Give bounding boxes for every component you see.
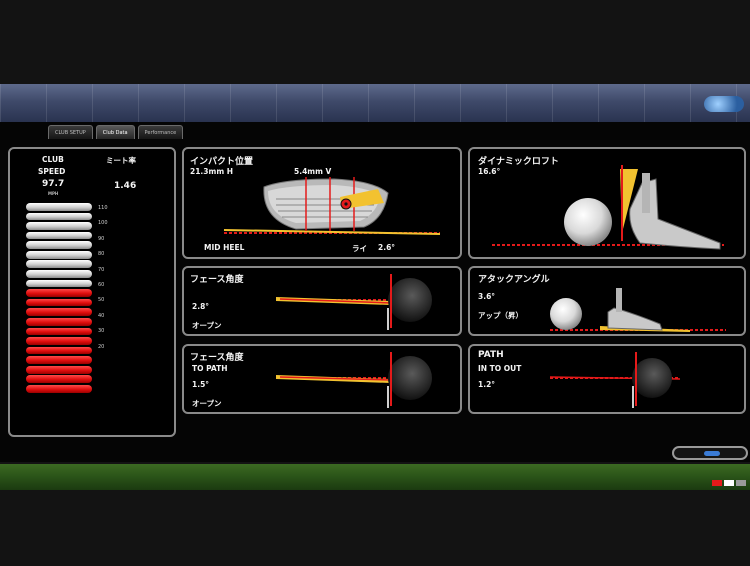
meet-label: ミート率 (106, 156, 136, 165)
tab-bar: CLUB SETUP Club Data Performance (48, 125, 184, 139)
gauge-segment-red (26, 356, 92, 364)
gauge-segment-white (26, 241, 92, 249)
speed-label: SPEED (38, 167, 66, 176)
main-area: CLUB SETUP Club Data Performance CLUB SP… (0, 122, 750, 462)
face-to-path-panel: フェース角度 TO PATH 1.5° オープン (182, 344, 462, 414)
attack-angle-panel: アタックアングル 3.6° アップ（昇） (468, 266, 746, 336)
attack-angle-diagram-icon (550, 288, 726, 332)
next-button[interactable] (672, 446, 748, 460)
gauge-segment-red (26, 337, 92, 345)
gauge-tick-label: 30 (98, 328, 105, 335)
gauge-segment-red (26, 308, 92, 317)
gauge-tick-label: 80 (98, 251, 105, 258)
club-label: CLUB (42, 155, 64, 164)
gauge-tick-label: 50 (98, 297, 105, 304)
gauge-segment-red (26, 317, 92, 326)
gauge-segment-red (26, 298, 92, 307)
path-diagram-icon (549, 352, 681, 408)
driver-head-icon (223, 177, 441, 235)
status-indicators (712, 480, 746, 486)
gauge-segment-red (26, 346, 92, 355)
gauge-segment-white (26, 222, 92, 230)
face-to-path-diagram-icon (276, 352, 432, 408)
gauge-segment-red (26, 289, 92, 297)
gauge-segment-red (26, 327, 92, 336)
gauge-segment-white (26, 260, 92, 269)
gauge-tick-label: 70 (98, 266, 105, 273)
status-indicator-red (712, 480, 722, 486)
speed-gauge-ticks: 110 100 90 80 70 60 50 40 30 20 (98, 201, 108, 355)
gauge-tick-label: 40 (98, 312, 105, 319)
gauge-tick-label: 20 (98, 343, 105, 350)
title-bar-grid (0, 84, 750, 122)
gauge-tick-label: 90 (98, 235, 105, 242)
gauge-tick-label: 100 (98, 220, 108, 227)
speed-unit: MPH (48, 191, 59, 196)
path-panel: PATH IN TO OUT 1.2° (468, 344, 746, 414)
app-logo (704, 96, 744, 112)
speed-value: 97.7 (42, 179, 65, 189)
gauge-segment-red (26, 384, 92, 393)
loft-diagram-icon (492, 165, 724, 250)
gauge-segment-white (26, 212, 92, 221)
tab-club-data[interactable]: Club Data (95, 125, 135, 139)
dynamic-loft-panel: ダイナミックロフト 16.6° (468, 147, 746, 259)
gauge-segment-white (26, 270, 92, 278)
gauge-segment-white (26, 231, 92, 240)
club-speed-panel: CLUB SPEED 97.7 MPH ミート率 1.46 110 100 90 80… (8, 147, 176, 437)
gauge-tick-label: 60 (98, 281, 105, 288)
tab-performance[interactable]: Performance (137, 125, 184, 139)
status-indicator-gray (736, 480, 746, 486)
tab-club-setup[interactable]: CLUB SETUP (48, 125, 93, 139)
gauge-segment-red (26, 365, 92, 374)
gauge-segment-white (26, 279, 92, 288)
title-bar (0, 84, 750, 122)
face-angle-diagram-icon (276, 274, 432, 330)
gauge-segment-white (26, 250, 92, 259)
gauge-segment-red (26, 375, 92, 384)
gauge-tick-label: 110 (98, 205, 108, 211)
speed-gauge (26, 203, 92, 395)
gauge-segment-white (26, 203, 92, 211)
status-indicator-white (724, 480, 734, 486)
next-button-indicator (704, 451, 720, 456)
impact-panel: インパクト位置 21.3mm H 5.4mm V MID HEEL ライ 2.6… (182, 147, 462, 259)
course-strip (0, 464, 750, 490)
meet-value: 1.46 (114, 181, 137, 191)
face-angle-panel: フェース角度 2.8° オープン (182, 266, 462, 336)
